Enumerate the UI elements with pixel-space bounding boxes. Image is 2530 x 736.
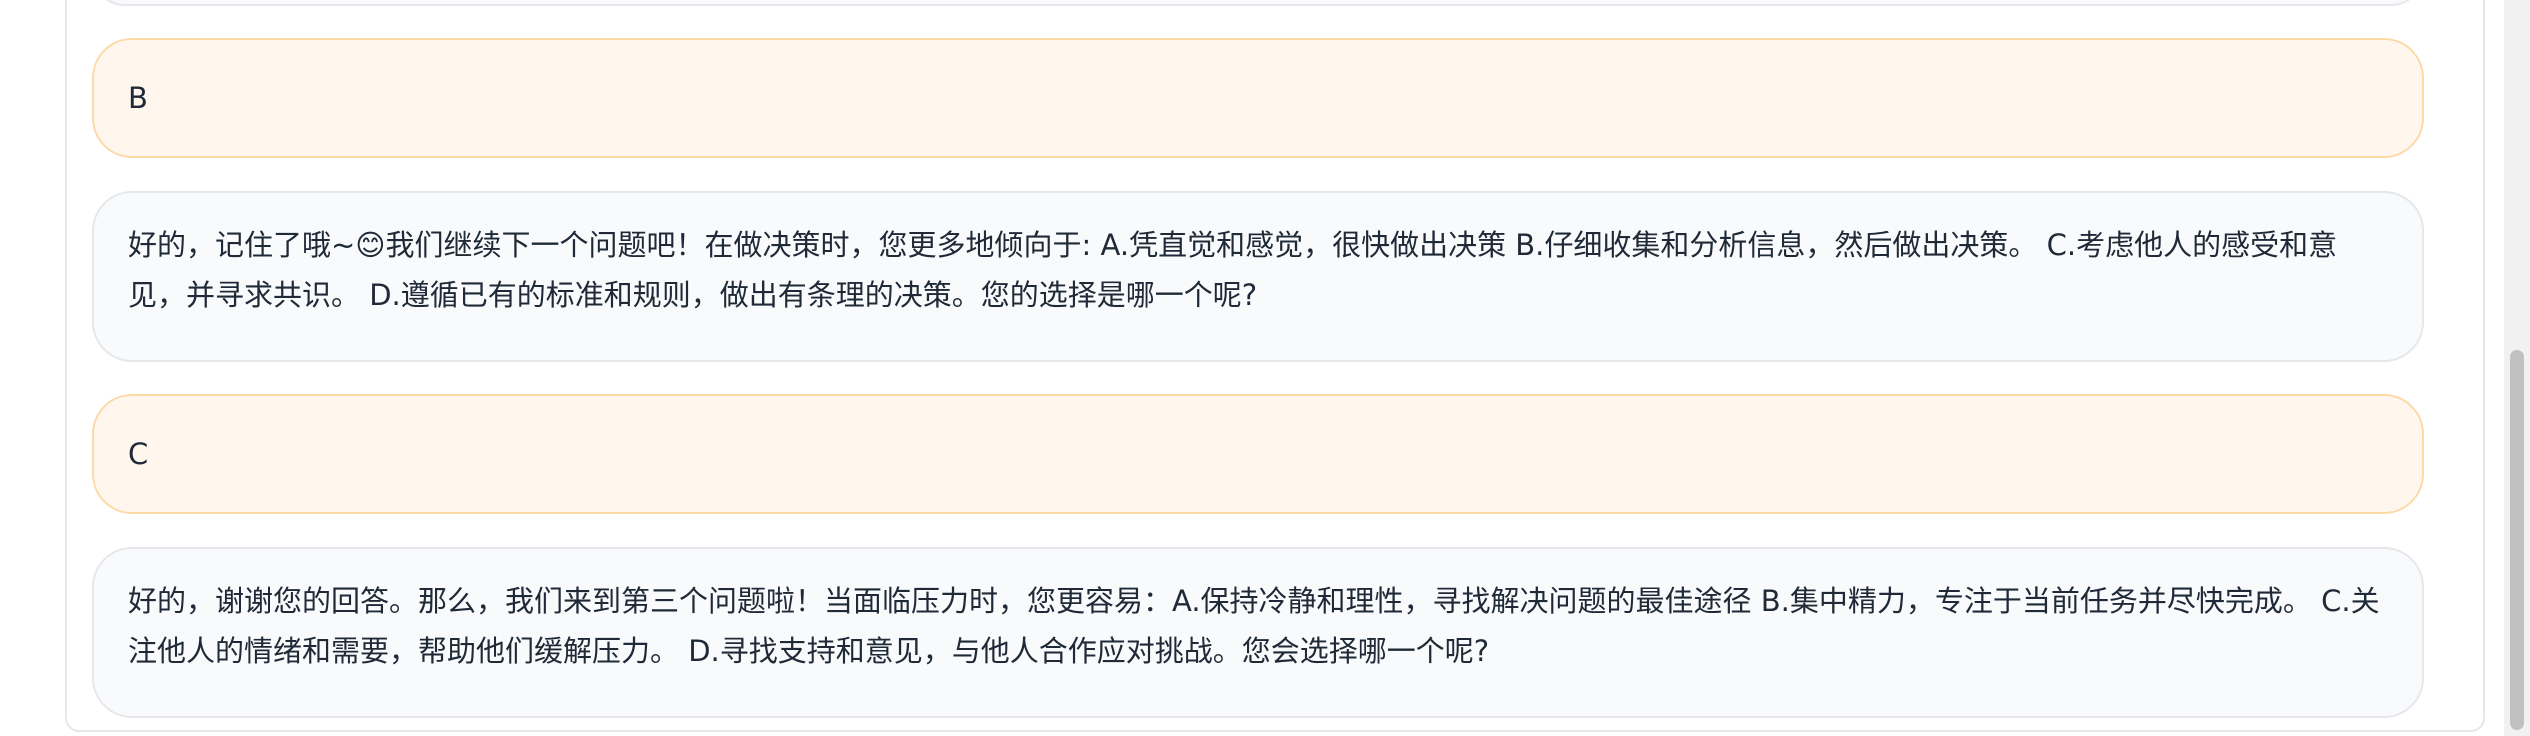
user-message-text: B bbox=[128, 81, 148, 115]
user-message: B bbox=[92, 38, 2424, 158]
assistant-message-text: 好的，记住了哦~😊我们继续下一个问题吧！在做决策时，您更多地倾向于: A.凭直觉… bbox=[128, 228, 2338, 312]
previous-message-edge bbox=[92, 0, 2424, 6]
user-message-text: C bbox=[128, 437, 149, 471]
user-message: C bbox=[92, 394, 2424, 514]
chat-history[interactable]: B 好的，记住了哦~😊我们继续下一个问题吧！在做决策时，您更多地倾向于: A.凭… bbox=[92, 0, 2424, 736]
scrollbar-thumb[interactable] bbox=[2510, 350, 2524, 730]
vertical-scrollbar[interactable] bbox=[2504, 0, 2530, 736]
assistant-message: 好的，记住了哦~😊我们继续下一个问题吧！在做决策时，您更多地倾向于: A.凭直觉… bbox=[92, 191, 2424, 362]
assistant-message-text: 好的，谢谢您的回答。那么，我们来到第三个问题啦！当面临压力时，您更容易：A.保持… bbox=[128, 584, 2380, 668]
assistant-message: 好的，谢谢您的回答。那么，我们来到第三个问题啦！当面临压力时，您更容易：A.保持… bbox=[92, 547, 2424, 718]
